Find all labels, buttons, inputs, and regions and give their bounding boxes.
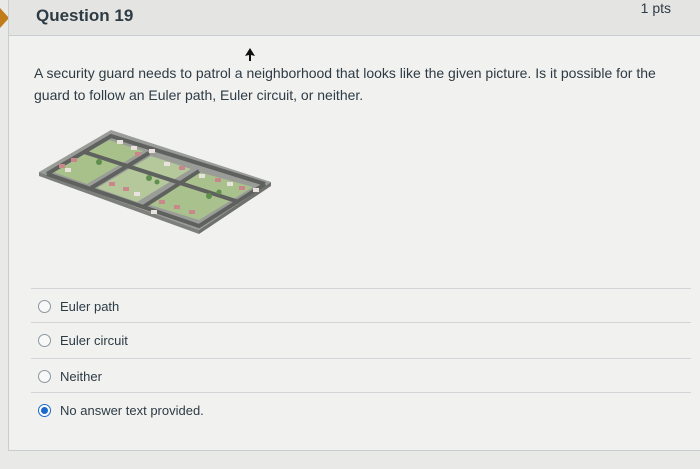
radio-euler-path[interactable] bbox=[38, 299, 51, 313]
question-points: 1 pts bbox=[640, 0, 671, 16]
answer-label-euler-path[interactable]: Euler path bbox=[60, 299, 119, 314]
answer-label-euler-circuit[interactable]: Euler circuit bbox=[60, 333, 128, 348]
question-header: Question 19 1 pts bbox=[9, 0, 700, 36]
answer-option-euler-path[interactable]: Euler path bbox=[31, 288, 691, 323]
neighborhood-image bbox=[39, 130, 271, 234]
radio-no-answer-selected[interactable] bbox=[38, 403, 51, 417]
answer-label-no-answer[interactable]: No answer text provided. bbox=[60, 403, 204, 418]
answer-label-neither[interactable]: Neither bbox=[60, 369, 102, 384]
answer-option-euler-circuit[interactable]: Euler circuit bbox=[31, 322, 691, 357]
question-title: Question 19 bbox=[36, 6, 134, 25]
radio-euler-circuit[interactable] bbox=[38, 333, 51, 347]
question-text: A security guard needs to patrol a neigh… bbox=[34, 65, 656, 103]
answer-option-no-answer[interactable]: No answer text provided. bbox=[31, 392, 691, 427]
mouse-cursor-icon bbox=[245, 48, 255, 61]
radio-neither[interactable] bbox=[38, 369, 51, 383]
question-card: Question 19 1 pts A security guard needs… bbox=[8, 0, 700, 451]
answer-option-neither[interactable]: Neither bbox=[31, 358, 691, 393]
